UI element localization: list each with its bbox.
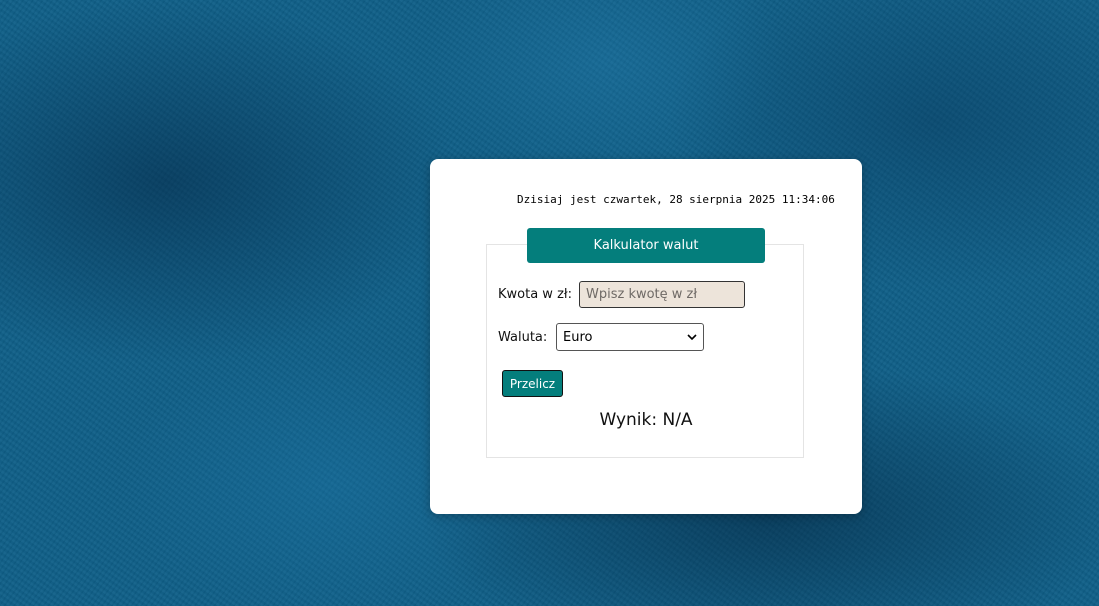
amount-input[interactable] — [579, 281, 745, 308]
chevron-down-icon — [687, 332, 697, 342]
currency-label: Waluta: — [498, 330, 548, 345]
page-background: { "header": { "datetime": "Dzisiaj jest … — [0, 0, 1099, 606]
currency-selected-value: Euro — [563, 329, 593, 345]
amount-label: Kwota w zł: — [498, 287, 572, 302]
calculator-fieldset: Kalkulator walut Kwota w zł: Waluta: Eur… — [486, 228, 804, 458]
result-text: Wynik: N/A — [599, 410, 693, 430]
convert-button[interactable]: Przelicz — [502, 370, 563, 397]
calculator-card: Dzisiaj jest czwartek, 28 sierpnia 2025 … — [430, 159, 862, 514]
calculator-title: Kalkulator walut — [527, 228, 765, 263]
currency-select[interactable]: Euro — [556, 323, 704, 351]
current-datetime: Dzisiaj jest czwartek, 28 sierpnia 2025 … — [517, 193, 835, 206]
